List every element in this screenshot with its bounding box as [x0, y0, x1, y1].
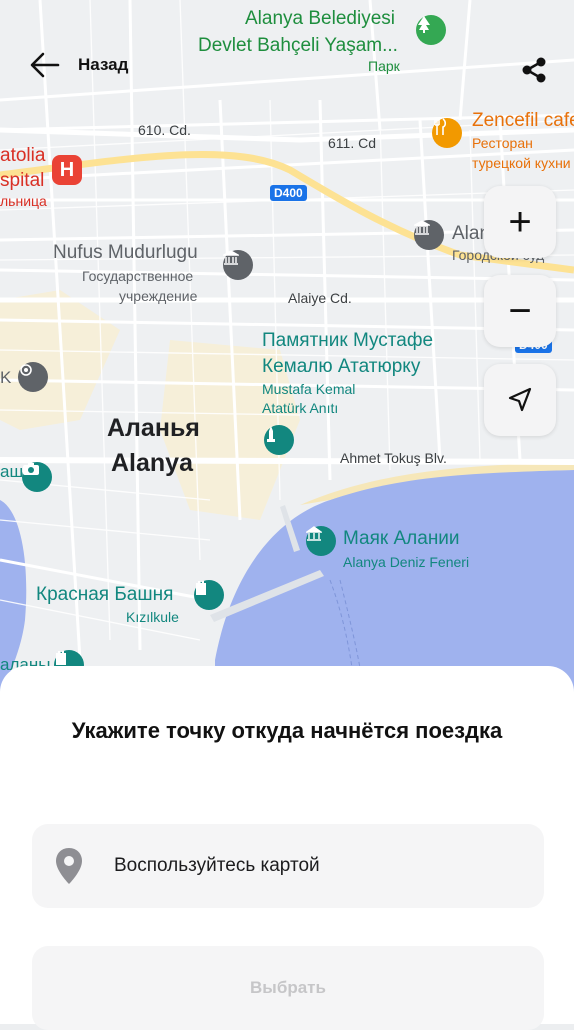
back-button[interactable]: Назад: [30, 52, 128, 78]
back-label: Назад: [78, 55, 129, 74]
poi-type: турецкой кухни: [472, 155, 571, 171]
poi-type: Kızılkule: [126, 609, 179, 625]
tower-icon[interactable]: [194, 580, 224, 610]
government-icon[interactable]: [223, 250, 253, 280]
restaurant-icon[interactable]: [432, 118, 462, 148]
location-field[interactable]: Воспользуйтесь картой: [32, 824, 544, 908]
poi-label: Alanya Belediyesi: [245, 8, 395, 29]
poi-label: Памятник Мустафе: [262, 330, 434, 351]
poi-label: Кемалю Ататюрку: [262, 356, 421, 377]
road-label-ahmet-tokus: Ahmet Tokuş Blv.: [340, 450, 447, 466]
bottom-sheet: Укажите точку откуда начнётся поездка Во…: [0, 666, 574, 1030]
poi-label: Маяк Алании: [343, 528, 460, 549]
camera-icon[interactable]: [22, 462, 52, 492]
museum-icon[interactable]: [18, 362, 48, 392]
location-field-label: Воспользуйтесь картой: [114, 855, 320, 876]
road-label-alaiye: Alaiye Cd.: [288, 290, 352, 306]
poi-type: льница: [0, 193, 47, 209]
poi-type: Atatürk Anıtı: [262, 400, 339, 416]
poi-type: Alanya Deniz Feneri: [343, 554, 470, 570]
road-label-611: 611. Cd: [328, 135, 376, 151]
monument-icon[interactable]: [264, 425, 294, 455]
poi-type: Ресторан: [472, 135, 533, 151]
sheet-title: Укажите точку откуда начнётся поездка: [71, 718, 503, 743]
poi-label: spital: [0, 170, 45, 191]
share-button[interactable]: [520, 56, 548, 89]
poi-label: atolia: [0, 145, 46, 166]
poi-label: Zencefil cafe: [472, 110, 574, 131]
poi-label: Nufus Mudurlugu: [53, 242, 198, 263]
zoom-out-icon: −: [508, 289, 532, 333]
road-label-610: 610. Cd.: [138, 122, 191, 138]
zoom-in-button[interactable]: +: [484, 186, 556, 258]
courthouse-icon[interactable]: [414, 220, 444, 250]
zoom-out-button[interactable]: −: [484, 275, 556, 347]
poi-label: K: [0, 368, 12, 387]
road-shield-d400: D400: [270, 185, 307, 201]
lighthouse-icon[interactable]: [306, 526, 336, 556]
zoom-in-icon: +: [508, 200, 532, 244]
share-icon: [522, 57, 546, 83]
my-location-button[interactable]: [484, 364, 556, 436]
poi-type: Государственное: [82, 268, 194, 284]
top-bar: Назад: [0, 40, 574, 96]
location-pin-icon: [56, 848, 82, 884]
back-arrow-icon: [30, 52, 60, 78]
hospital-icon[interactable]: H: [52, 155, 82, 185]
poi-label: Красная Башня: [36, 584, 174, 605]
map-view[interactable]: 610. Cd. 611. Cd D400 D400 Alaiye Cd. Ah…: [0, 0, 574, 700]
poi-type: Mustafa Kemal: [262, 381, 356, 397]
poi-type: учреждение: [119, 288, 198, 304]
navigation-arrow-icon: [508, 387, 532, 412]
city-label-ru: Аланья: [107, 414, 200, 442]
select-button[interactable]: Выбрать: [32, 946, 544, 1030]
city-label-en: Alanya: [111, 449, 193, 477]
